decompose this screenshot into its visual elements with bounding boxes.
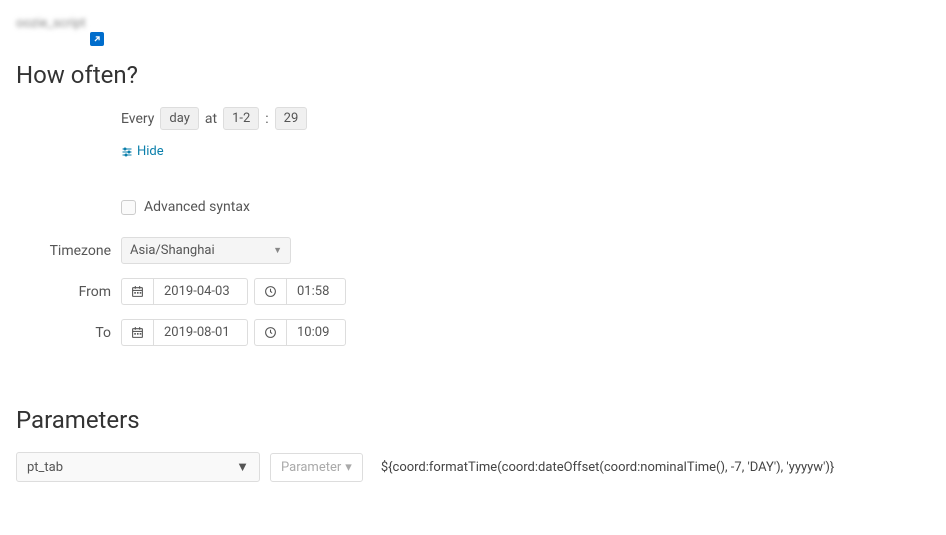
at-label: at [205, 111, 217, 127]
from-time-input[interactable]: 01:58 [286, 278, 346, 305]
every-label: Every [121, 111, 154, 127]
frequency-unit[interactable]: day [160, 107, 198, 130]
parameter-value: ${coord:formatTime(coord:dateOffset(coor… [381, 460, 834, 475]
hide-toggle[interactable]: Hide [121, 144, 930, 159]
parameter-type-button[interactable]: Parameter ▾ [270, 453, 363, 482]
to-date-input[interactable]: 2019-08-01 [153, 319, 248, 346]
timezone-label: Timezone [16, 243, 121, 259]
to-label: To [16, 325, 121, 341]
parameters-heading: Parameters [16, 406, 930, 434]
parameter-type-label: Parameter [281, 460, 341, 475]
parameter-name-value: pt_tab [27, 460, 63, 475]
schedule-row: Every day at 1-2 : 29 [121, 107, 930, 130]
to-time-input[interactable]: 10:09 [286, 319, 346, 346]
chevron-down-icon: ▼ [273, 245, 282, 256]
clock-icon[interactable] [254, 319, 286, 346]
workflow-link[interactable]: oozie_script [16, 16, 86, 31]
advanced-syntax-checkbox[interactable] [121, 200, 136, 215]
chevron-down-icon: ▾ [345, 460, 352, 475]
sliders-icon [121, 146, 133, 158]
minutes-field[interactable]: 29 [275, 107, 308, 130]
advanced-syntax-label: Advanced syntax [144, 199, 250, 215]
timezone-select[interactable]: Asia/Shanghai ▼ [121, 237, 291, 264]
chevron-down-icon: ▼ [236, 459, 249, 475]
hours-field[interactable]: 1-2 [223, 107, 259, 130]
parameter-name-select[interactable]: pt_tab ▼ [16, 452, 260, 482]
how-often-heading: How often? [16, 61, 930, 89]
hide-label: Hide [137, 144, 164, 159]
external-link-icon[interactable] [90, 32, 104, 46]
timezone-value: Asia/Shanghai [130, 243, 215, 258]
clock-icon[interactable] [254, 278, 286, 305]
calendar-icon[interactable] [121, 319, 153, 346]
calendar-icon[interactable] [121, 278, 153, 305]
from-date-input[interactable]: 2019-04-03 [153, 278, 248, 305]
from-label: From [16, 284, 121, 300]
time-separator: : [265, 111, 268, 127]
